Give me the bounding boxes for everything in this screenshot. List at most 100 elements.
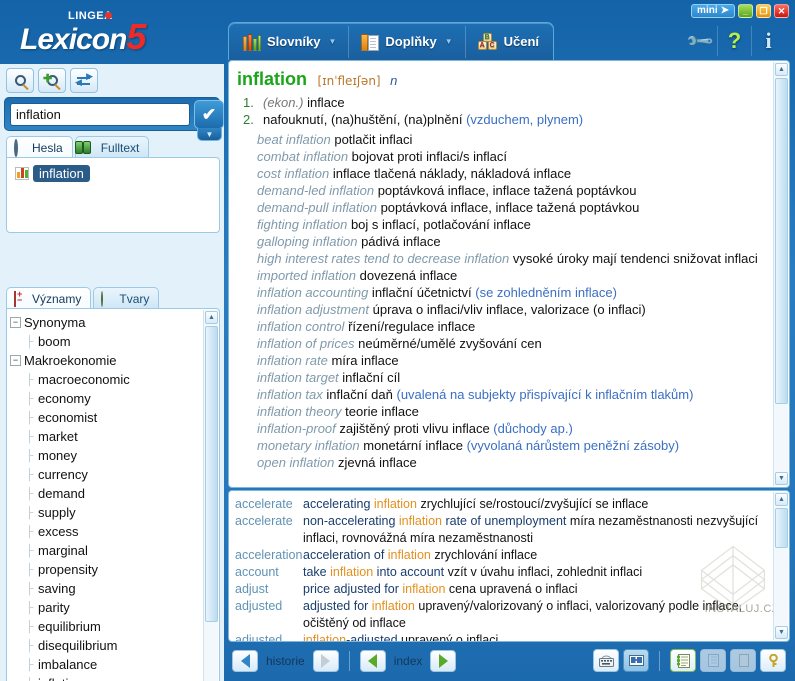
collocation-row[interactable]: inflation target inflační cíl: [257, 369, 766, 386]
entry-scrollbar[interactable]: ▲ ▼: [773, 62, 788, 486]
title-bar: LINGEA Lexicon5 mini ➤ _ ❐ ✕ Slovníky ▼ …: [0, 0, 795, 66]
sense-row: 1. (ekon.) inflace: [237, 94, 766, 111]
collocation-row[interactable]: imported inflation dovezená inflace: [257, 267, 766, 284]
tree-leaf[interactable]: ├ money: [10, 446, 219, 465]
minimize-button[interactable]: _: [738, 4, 753, 18]
history-back-button[interactable]: [232, 649, 258, 672]
fulltext-row[interactable]: adjusted inflation-adjusted upravený o in…: [235, 632, 768, 641]
fulltext-row[interactable]: acceleration acceleration of inflation zr…: [235, 547, 768, 564]
flag-translate-button[interactable]: [623, 649, 649, 672]
collocation-row[interactable]: galloping inflation pádivá inflace: [257, 233, 766, 250]
tree-item-label: supply: [38, 505, 76, 520]
fulltext-scroll-thumb[interactable]: [775, 508, 788, 548]
key-button[interactable]: [760, 649, 786, 672]
tree-leaf[interactable]: ├ parity: [10, 598, 219, 617]
collocation-row[interactable]: inflation adjustment úprava o inflaci/vl…: [257, 301, 766, 318]
tree-leaf[interactable]: ├ propensity: [10, 560, 219, 579]
tree-group[interactable]: − Synonyma: [10, 313, 219, 332]
collocation-target: pádivá inflace: [357, 234, 441, 249]
tree-leaf[interactable]: ├ currency: [10, 465, 219, 484]
tree-leaf[interactable]: ├ marginal: [10, 541, 219, 560]
tab-fulltext[interactable]: Fulltext: [74, 136, 150, 158]
entry-scroll-thumb[interactable]: [775, 78, 788, 404]
fulltext-key: adjusted: [235, 599, 283, 613]
fulltext-scroll-up-icon[interactable]: ▲: [775, 493, 788, 506]
settings-wrench-button[interactable]: 🔧: [683, 26, 717, 56]
collocation-row[interactable]: monetary inflation monetární inflace (vy…: [257, 437, 766, 454]
menu-item-doplnky[interactable]: Doplňky ▼: [349, 25, 466, 58]
history-forward-button[interactable]: [312, 649, 339, 672]
notes-button[interactable]: [670, 649, 696, 672]
tree-branch-icon: ├: [25, 506, 34, 519]
fulltext-row[interactable]: account take inflation into account vzít …: [235, 564, 768, 581]
collocation-row[interactable]: open inflation zjevná inflace: [257, 454, 766, 471]
tree-leaf[interactable]: ├ saving: [10, 579, 219, 598]
scroll-up-icon[interactable]: ▲: [205, 311, 218, 324]
fulltext-scrollbar[interactable]: ▲ ▼: [773, 492, 788, 640]
collocation-target: bojovat proti inflaci/s inflací: [348, 149, 508, 164]
collocation-row[interactable]: demand-pull inflation poptávková inflace…: [257, 199, 766, 216]
tree-leaf[interactable]: ├ equilibrium: [10, 617, 219, 636]
collocation-row[interactable]: cost inflation inflace tlačená náklady, …: [257, 165, 766, 182]
mini-mode-button[interactable]: mini ➤: [691, 4, 735, 18]
collocation-row[interactable]: inflation tax inflační daň (uvalená na s…: [257, 386, 766, 403]
help-button[interactable]: ?: [717, 26, 751, 56]
search-input[interactable]: [10, 103, 190, 126]
index-prev-button[interactable]: [359, 649, 386, 672]
info-button[interactable]: i: [751, 26, 785, 56]
fulltext-list[interactable]: accelerate accelerating inflation zrychlu…: [229, 491, 772, 641]
collocation-row[interactable]: inflation-proof zajištěný proti vlivu in…: [257, 420, 766, 437]
collocation-row[interactable]: combat inflation bojovat proti inflaci/s…: [257, 148, 766, 165]
fulltext-row[interactable]: accelerate non-accelerating inflation rat…: [235, 513, 768, 547]
tree-leaf[interactable]: ├ market: [10, 427, 219, 446]
search-confirm-button[interactable]: ✔: [194, 100, 224, 129]
page-button[interactable]: [730, 649, 756, 672]
keyboard-button[interactable]: [593, 649, 619, 672]
fulltext-row[interactable]: accelerate accelerating inflation zrychlu…: [235, 496, 768, 513]
collocation-row[interactable]: inflation theory teorie inflace: [257, 403, 766, 420]
tree-leaf[interactable]: ├ demand: [10, 484, 219, 503]
menu-item-slovniky[interactable]: Slovníky ▼: [231, 25, 350, 58]
tab-hesla[interactable]: Hesla: [6, 136, 73, 158]
fulltext-row[interactable]: adjust price adjusted for inflation cena …: [235, 581, 768, 598]
tree-leaf[interactable]: ├ macroeconomic: [10, 370, 219, 389]
list-button[interactable]: [700, 649, 726, 672]
tree-leaf[interactable]: ├ excess: [10, 522, 219, 541]
search-add-button[interactable]: ✚: [38, 68, 66, 93]
collocation-row[interactable]: inflation control řízení/regulace inflac…: [257, 318, 766, 335]
tree-leaf[interactable]: ├inflation: [10, 674, 219, 681]
tab-vyznamy[interactable]: Významy: [6, 287, 92, 309]
scroll-thumb[interactable]: [205, 326, 218, 622]
tree-group[interactable]: − Makroekonomie: [10, 351, 219, 370]
synonyms-tree[interactable]: − Synonyma ├ boom − Makroekonomie ├ macroeconom…: [7, 309, 219, 681]
tree-scrollbar[interactable]: ▲ ▼: [203, 310, 218, 681]
index-next-button[interactable]: [430, 649, 457, 672]
menu-item-uceni[interactable]: BAC Učení: [466, 26, 551, 58]
search-icon-button[interactable]: [6, 68, 34, 93]
collocation-row[interactable]: high interest rates tend to decrease inf…: [257, 250, 766, 267]
fulltext-scroll-down-icon[interactable]: ▼: [775, 626, 788, 639]
collocation-row[interactable]: fighting inflation boj s inflací, potlač…: [257, 216, 766, 233]
tree-leaf[interactable]: ├ boom: [10, 332, 219, 351]
list-item[interactable]: inflation: [11, 162, 94, 185]
tree-branch-icon: ├: [25, 392, 34, 405]
swap-languages-button[interactable]: ▶ ◀: [70, 68, 98, 93]
collocation-row[interactable]: inflation rate míra inflace: [257, 352, 766, 369]
maximize-button[interactable]: ❐: [756, 4, 771, 18]
tree-leaf[interactable]: ├ disequilibrium: [10, 636, 219, 655]
collocation-row[interactable]: inflation accounting inflační účetnictví…: [257, 284, 766, 301]
collocation-row[interactable]: inflation of prices neúměrné/umělé zvyšo…: [257, 335, 766, 352]
entry-scroll-down-icon[interactable]: ▼: [775, 472, 788, 485]
tree-leaf[interactable]: ├ supply: [10, 503, 219, 522]
tree-leaf[interactable]: ├ economist: [10, 408, 219, 427]
tree-leaf[interactable]: ├ imbalance: [10, 655, 219, 674]
fulltext-row[interactable]: adjusted adjusted for inflation upravený/…: [235, 598, 768, 632]
collocation-row[interactable]: beat inflation potlačit inflaci: [257, 131, 766, 148]
arrow-right-green-icon: [438, 653, 448, 668]
entry-scroll-up-icon[interactable]: ▲: [775, 63, 788, 76]
tree-leaf[interactable]: ├ economy: [10, 389, 219, 408]
tab-tvary[interactable]: Tvary: [93, 287, 160, 309]
collocation-row[interactable]: demand-led inflation poptávková inflace,…: [257, 182, 766, 199]
close-button[interactable]: ✕: [774, 4, 789, 18]
search-results-list[interactable]: inflation: [6, 157, 220, 233]
